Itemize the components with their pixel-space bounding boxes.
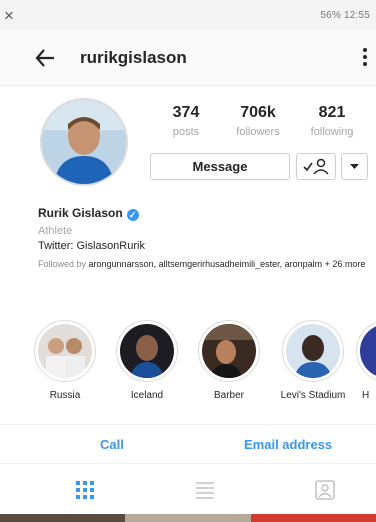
followers-label: followers	[236, 126, 280, 138]
highlight-cover	[38, 324, 92, 378]
status-time: 56% 12:55	[320, 10, 370, 21]
contact-bar: Call Email address	[0, 424, 376, 464]
highlight-ring	[34, 320, 96, 382]
highlight-label: H	[362, 390, 370, 401]
grid-thumb[interactable]	[125, 514, 251, 522]
highlight-levis-stadium[interactable]: Levi's Stadium	[278, 320, 348, 401]
email-button[interactable]: Email address	[244, 437, 332, 452]
full-name-text: Rurik Gislason	[38, 206, 123, 220]
following-count: 821	[318, 104, 346, 121]
highlight-label: Russia	[49, 390, 81, 401]
highlight-cover	[202, 324, 256, 378]
following-toggle-button[interactable]	[296, 153, 336, 180]
highlight-ring	[116, 320, 178, 382]
profile-header: rurikgislason	[0, 30, 376, 86]
posts-count: 374	[172, 104, 200, 121]
highlight-cover	[120, 324, 174, 378]
bio-text: Twitter: GislasonRurik	[38, 240, 145, 252]
status-bar: × 56% 12:55	[0, 0, 376, 30]
more-vertical-icon[interactable]	[360, 44, 370, 70]
highlight-ring	[282, 320, 344, 382]
arrow-left-icon[interactable]	[34, 47, 56, 69]
profile-tabs	[0, 464, 376, 514]
category-label: Athlete	[38, 225, 73, 237]
suggestions-dropdown-button[interactable]	[341, 153, 368, 180]
stat-posts[interactable]: 374 posts	[146, 104, 226, 138]
post-grid-preview[interactable]	[0, 514, 376, 522]
highlight-ring	[356, 320, 376, 382]
highlight-partial[interactable]: H	[352, 320, 376, 401]
highlight-label: Levi's Stadium	[280, 390, 346, 401]
page-title: rurikgislason	[80, 48, 187, 67]
highlight-barber[interactable]: Barber	[194, 320, 264, 401]
grid-thumb[interactable]	[250, 514, 376, 522]
highlight-label: Barber	[213, 390, 244, 401]
posts-label: posts	[172, 126, 200, 138]
grid-thumb[interactable]	[0, 514, 126, 522]
followed-by[interactable]: Followed by arongunnarsson, alltsemgerir…	[38, 259, 368, 270]
close-icon[interactable]: ×	[4, 6, 14, 26]
highlight-iceland[interactable]: Iceland	[112, 320, 182, 401]
highlight-cover	[360, 324, 376, 378]
avatar-photo	[42, 100, 126, 184]
highlight-russia[interactable]: Russia	[30, 320, 100, 401]
verified-badge-icon: ✓	[126, 209, 139, 221]
call-button[interactable]: Call	[100, 437, 124, 452]
full-name: Rurik Gislason ✓	[38, 206, 368, 221]
following-label: following	[310, 126, 354, 138]
tagged-icon[interactable]	[314, 480, 336, 500]
followed-by-names[interactable]: arongunnarsson, alltsemgerirhusadheimili…	[89, 259, 323, 269]
highlight-ring	[198, 320, 260, 382]
person-check-icon	[303, 158, 329, 175]
grid-icon[interactable]	[74, 480, 96, 500]
followers-count: 706k	[240, 104, 276, 121]
avatar[interactable]	[40, 98, 128, 186]
followed-by-prefix: Followed by	[38, 259, 89, 269]
highlight-label: Iceland	[130, 390, 164, 401]
stat-followers[interactable]: 706k followers	[218, 104, 298, 138]
stat-following[interactable]: 821 following	[292, 104, 372, 138]
message-button[interactable]: Message	[150, 153, 290, 180]
list-icon[interactable]	[194, 480, 216, 500]
caret-down-icon	[350, 164, 359, 169]
followed-by-more[interactable]: + 26 more	[322, 259, 366, 269]
profile-bio: Rurik Gislason ✓ Athlete Twitter: Gislaso…	[38, 206, 368, 270]
highlight-cover	[286, 324, 340, 378]
